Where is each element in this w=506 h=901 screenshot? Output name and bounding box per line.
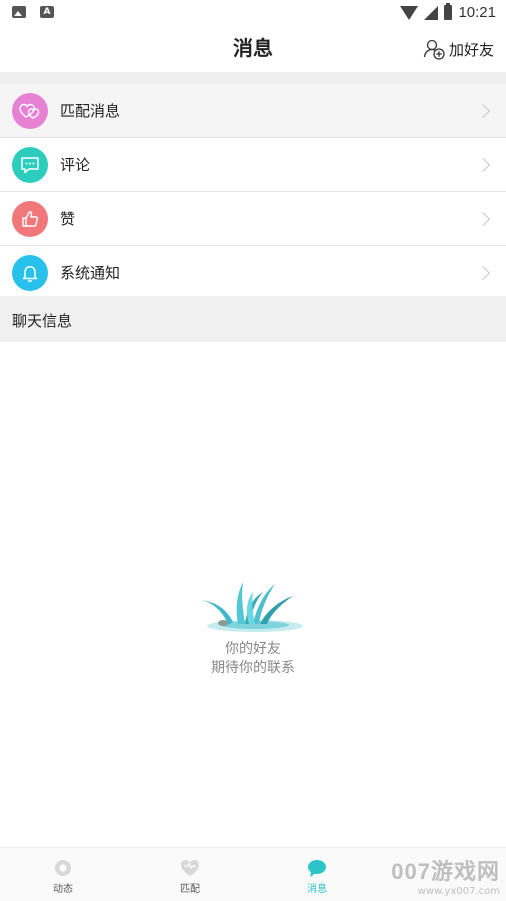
image-icon <box>12 6 26 18</box>
signal-icon <box>424 5 439 20</box>
tab-match[interactable]: 匹配 <box>150 858 230 895</box>
comment-icon <box>12 146 48 183</box>
header-divider <box>0 72 506 84</box>
bottom-navigation: 动态 匹配 消息 007游戏网 www.yx007.com <box>0 847 506 901</box>
empty-state-line1: 你的好友 <box>225 641 281 657</box>
list-item-likes[interactable]: 赞 <box>0 192 506 246</box>
add-friend-label: 加好友 <box>448 40 494 59</box>
notification-list: 匹配消息 评论 赞 系统通知 <box>0 84 506 300</box>
status-time: 10:21 <box>458 4 496 21</box>
tab-label: 匹配 <box>180 884 200 895</box>
battery-icon <box>444 3 453 20</box>
list-item-label: 系统通知 <box>60 264 121 282</box>
list-item-system-notice[interactable]: 系统通知 <box>0 246 506 300</box>
chevron-right-icon <box>475 103 491 118</box>
chat-icon <box>308 860 326 877</box>
grass-illustration <box>201 582 303 632</box>
thumb-icon <box>12 200 48 237</box>
list-item-match-messages[interactable]: 匹配消息 <box>0 84 506 138</box>
chevron-right-icon <box>475 265 491 280</box>
list-item-label: 赞 <box>60 210 76 228</box>
heart-icon <box>12 92 48 129</box>
heart-icon <box>181 860 199 876</box>
status-bar: A 10:21 <box>0 0 506 26</box>
add-user-icon <box>423 39 445 60</box>
empty-state: 你的好友 期待你的联系 <box>0 570 506 678</box>
list-item-label: 评论 <box>60 156 91 174</box>
tab-label: 动态 <box>53 884 73 895</box>
watermark-brand: 007游戏网 <box>391 859 500 884</box>
tab-label: 消息 <box>307 884 327 895</box>
status-left-icons: A <box>12 6 54 18</box>
tab-messages[interactable]: 消息 <box>277 858 357 895</box>
watermark-url: www.yx007.com <box>417 886 500 897</box>
empty-state-line2: 期待你的联系 <box>211 660 295 676</box>
wifi-icon <box>400 5 419 20</box>
chat-section-header: 聊天信息 <box>0 296 506 342</box>
tab-moments[interactable]: 动态 <box>23 858 103 895</box>
chevron-right-icon <box>475 211 491 226</box>
bell-icon <box>12 254 48 291</box>
watermark: 007游戏网 www.yx007.com <box>391 854 500 897</box>
chevron-right-icon <box>475 157 491 172</box>
status-right: 10:21 <box>400 3 496 21</box>
app-header: 消息 加好友 <box>0 26 506 72</box>
list-item-label: 匹配消息 <box>60 102 121 120</box>
list-item-comments[interactable]: 评论 <box>0 138 506 192</box>
a-icon: A <box>40 6 54 18</box>
section-label: 聊天信息 <box>12 312 73 330</box>
add-friend-button[interactable]: 加好友 <box>423 38 494 60</box>
moments-icon <box>55 860 71 876</box>
